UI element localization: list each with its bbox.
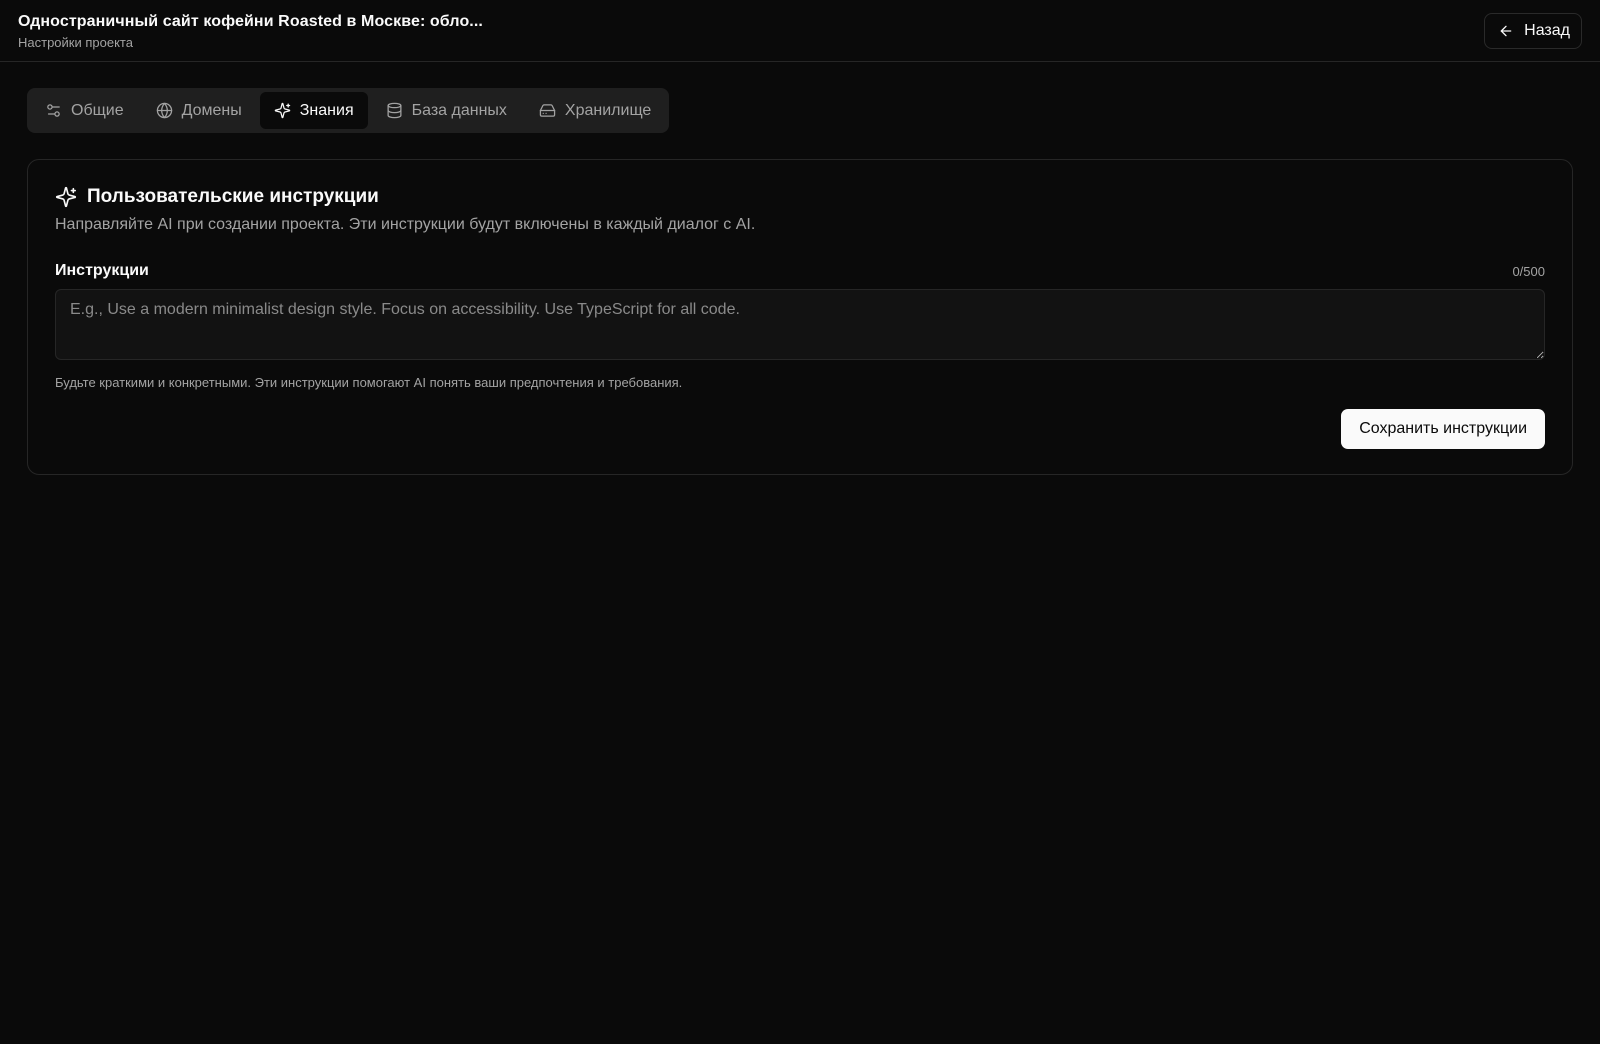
back-button-label: Назад bbox=[1524, 21, 1570, 39]
settings-tabs: Общие Домены Знания База данных Хранилищ… bbox=[27, 88, 670, 133]
instructions-field-header: Инструкции 0/500 bbox=[55, 262, 1545, 280]
instructions-textarea[interactable] bbox=[55, 289, 1545, 360]
tab-domains-label: Домены bbox=[181, 101, 242, 119]
tab-knowledge-label: Знания bbox=[299, 101, 354, 119]
card-title-text: Пользовательские инструкции bbox=[87, 186, 379, 207]
sparkles-icon bbox=[55, 186, 77, 208]
tab-storage-label: Хранилище bbox=[564, 101, 652, 119]
save-instructions-button[interactable]: Сохранить инструкции bbox=[1341, 409, 1545, 449]
back-button[interactable]: Назад bbox=[1484, 12, 1582, 49]
card-actions: Сохранить инструкции bbox=[55, 409, 1545, 449]
page-header: Одностраничный сайт кофейни Roasted в Мо… bbox=[0, 0, 1600, 62]
char-counter: 0/500 bbox=[1512, 263, 1545, 279]
instructions-label: Инструкции bbox=[55, 262, 149, 279]
database-icon bbox=[387, 102, 402, 119]
arrow-left-icon bbox=[1500, 25, 1512, 36]
project-subtitle: Настройки проекта bbox=[18, 35, 133, 50]
sliders-icon bbox=[47, 104, 60, 117]
tab-database-label: База данных bbox=[411, 101, 507, 119]
tab-storage[interactable]: Хранилище bbox=[525, 92, 665, 129]
tab-domains[interactable]: Домены bbox=[142, 92, 256, 129]
header-titles: Одностраничный сайт кофейни Roasted в Мо… bbox=[18, 11, 483, 50]
sparkles-icon bbox=[274, 102, 291, 119]
tab-general[interactable]: Общие bbox=[31, 92, 138, 129]
tab-general-label: Общие bbox=[71, 101, 124, 119]
settings-main: Общие Домены Знания База данных Хранилищ… bbox=[0, 62, 1600, 475]
help-text: Будьте краткими и конкретными. Эти инстр… bbox=[55, 375, 683, 390]
tab-database[interactable]: База данных bbox=[372, 92, 521, 129]
card-description: Направляйте AI при создании проекта. Эти… bbox=[55, 216, 756, 233]
project-title: Одностраничный сайт кофейни Roasted в Мо… bbox=[18, 13, 483, 30]
hard-drive-icon bbox=[539, 104, 556, 117]
tab-knowledge[interactable]: Знания bbox=[259, 92, 368, 129]
custom-instructions-card: Пользовательские инструкции Направляйте … bbox=[27, 159, 1573, 475]
card-title: Пользовательские инструкции bbox=[55, 186, 1545, 208]
globe-icon bbox=[156, 102, 172, 119]
